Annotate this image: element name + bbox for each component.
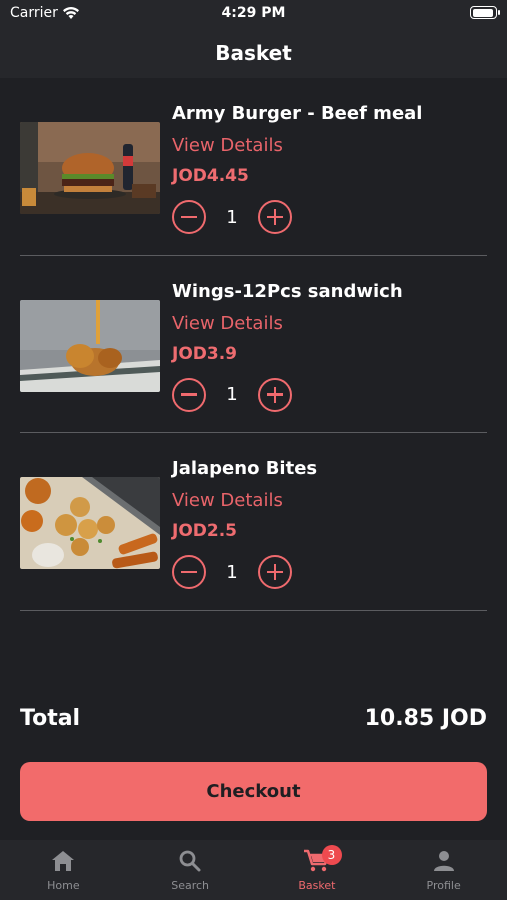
item-name: Wings-12Pcs sandwich <box>172 280 403 302</box>
tab-label: Basket <box>298 879 336 892</box>
minus-icon[interactable] <box>172 555 206 589</box>
tab-home[interactable]: Home <box>0 840 127 900</box>
status-time: 4:29 PM <box>221 5 286 21</box>
basket-item: Army Burger - Beef meal View Details JOD… <box>20 78 487 256</box>
quantity-value: 1 <box>226 206 238 228</box>
minus-icon[interactable] <box>172 377 206 412</box>
home-icon <box>52 851 75 871</box>
plus-icon[interactable] <box>258 377 292 412</box>
checkout-button[interactable]: Checkout <box>20 762 487 821</box>
tab-bar: Home Search 3 Basket Profile <box>0 840 507 900</box>
quantity-stepper: 1 <box>172 200 292 234</box>
status-bar: Carrier 4:29 PM <box>0 0 507 28</box>
tab-search[interactable]: Search <box>127 840 254 900</box>
tab-label: Profile <box>426 879 461 892</box>
tab-basket[interactable]: 3 Basket <box>254 840 381 900</box>
item-price: JOD4.45 <box>172 166 249 186</box>
cart-count-badge: 3 <box>321 845 342 865</box>
total-row: Total 10.85 JOD <box>20 700 487 736</box>
item-name: Army Burger - Beef meal <box>172 103 423 124</box>
quantity-value: 1 <box>226 384 238 405</box>
view-details-link[interactable]: View Details <box>172 135 283 156</box>
search-icon <box>179 850 201 872</box>
quantity-stepper: 1 <box>172 555 292 589</box>
tab-profile[interactable]: Profile <box>380 840 507 900</box>
page-title: Basket <box>215 41 292 65</box>
quantity-value: 1 <box>226 561 238 583</box>
battery-icon <box>470 6 500 19</box>
wings-photo[interactable] <box>20 299 160 392</box>
tab-label: Home <box>47 879 80 892</box>
item-price: JOD2.5 <box>172 521 238 541</box>
tab-label: Search <box>171 879 210 892</box>
basket-list: Army Burger - Beef meal View Details JOD… <box>20 78 487 611</box>
navigation-bar: Basket <box>0 28 507 78</box>
view-details-link[interactable]: View Details <box>172 490 283 511</box>
item-price: JOD3.9 <box>172 343 238 364</box>
basket-item: Jalapeno Bites View Details JOD2.5 1 <box>20 433 487 611</box>
basket-item: Wings-12Pcs sandwich View Details JOD3.9… <box>20 256 487 433</box>
total-value: 10.85 JOD <box>364 705 487 731</box>
item-name: Jalapeno Bites <box>172 458 318 479</box>
quantity-stepper: 1 <box>172 377 292 412</box>
jalapeno-bites-photo[interactable] <box>20 477 160 569</box>
profile-icon <box>433 851 454 871</box>
minus-icon[interactable] <box>172 200 206 234</box>
burger-photo[interactable] <box>20 122 160 214</box>
plus-icon[interactable] <box>258 200 292 234</box>
plus-icon[interactable] <box>258 555 292 589</box>
total-label: Total <box>20 705 81 731</box>
view-details-link[interactable]: View Details <box>172 313 283 334</box>
